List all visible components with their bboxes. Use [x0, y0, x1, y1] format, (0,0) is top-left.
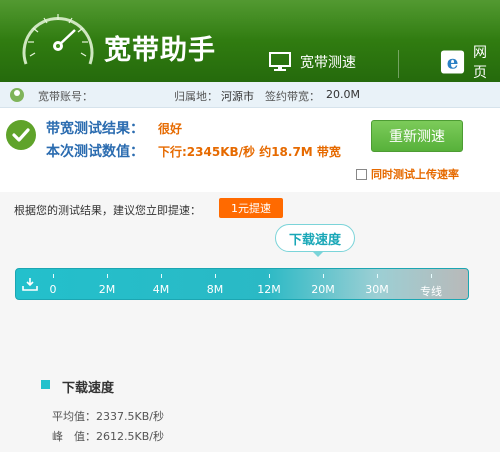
bandwidth-label: 签约带宽：	[265, 90, 320, 103]
monitor-icon	[269, 52, 291, 71]
meter-tick-label: 8M	[206, 283, 224, 296]
meter-tick-mark	[107, 274, 108, 278]
average-speed-label: 平均值：	[52, 410, 96, 423]
meter-tick-mark	[377, 274, 378, 278]
average-speed-value: 2337.5KB/秒	[96, 410, 164, 423]
meter-tick-label: 30M	[365, 283, 389, 296]
tab-speed-label: 宽带测速	[300, 55, 356, 71]
meter-tick-label: 2M	[98, 283, 116, 296]
nav-divider	[398, 50, 399, 78]
bubble-pointer	[312, 251, 324, 257]
current-value: 下行:2345KB/秒 约18.7M 带宽	[158, 145, 341, 159]
svg-text:e: e	[447, 53, 459, 74]
speedometer-icon	[22, 14, 94, 65]
meter-tick-mark	[323, 274, 324, 278]
retest-button[interactable]: 重新测速	[371, 120, 463, 152]
meter-tick-label: 20M	[311, 283, 335, 296]
meter-tick-label: 0	[49, 283, 57, 296]
meter-tick-mark	[53, 274, 54, 278]
tab-broadband-speed-test[interactable]: 宽带测速	[268, 44, 356, 80]
check-icon	[6, 120, 36, 150]
meter-tick-mark	[215, 274, 216, 278]
meter-tick-label: 12M	[257, 283, 281, 296]
region-value: 河源市	[221, 90, 254, 103]
account-label: 宽带账号：	[38, 90, 93, 103]
meter-tick-mark	[269, 274, 270, 278]
average-speed: 平均值：2337.5KB/秒	[52, 408, 164, 424]
result-value: 很好	[158, 122, 183, 136]
meter-tick-mark	[431, 274, 432, 278]
meter-tick-label: 专线	[420, 285, 442, 298]
account-bar: 宽带账号： 归属地： 河源市 签约带宽： 20.0M	[0, 82, 500, 108]
region-label: 归属地：	[174, 90, 218, 103]
speed-meter-track: 0 2M 4M 8M 12M 20M 30M 专线	[15, 268, 469, 300]
suggestion-text: 根据您的测试结果，建议您立即提速：	[14, 204, 201, 217]
app-title: 宽带助手	[104, 35, 216, 66]
speed-test-area: 根据您的测试结果，建议您立即提速： 1元提速 下载速度 0 2M 4M 8M 12M 20…	[0, 192, 500, 452]
peak-speed-value: 2612.5KB/秒	[96, 430, 164, 443]
result-panel: 带宽测试结果： 很好 本次测试数值： 下行:2345KB/秒 约18.7M 带宽…	[0, 108, 500, 192]
bandwidth-value: 20.0M	[326, 88, 360, 101]
peak-speed: 峰 值：2612.5KB/秒	[52, 428, 164, 444]
ie-browser-icon: e	[440, 50, 465, 74]
speed-up-promo-button[interactable]: 1元提速	[219, 198, 283, 218]
meter-tick-mark	[161, 274, 162, 278]
tab-web-label: 网页	[473, 45, 488, 81]
user-icon	[10, 88, 24, 102]
peak-speed-label: 峰 值：	[52, 430, 96, 443]
download-legend-swatch	[41, 380, 50, 389]
download-stats-title: 下载速度	[62, 381, 115, 396]
upload-test-option[interactable]: 同时测试上传速率	[356, 166, 459, 182]
current-value-label: 本次测试数值：	[46, 144, 144, 160]
app-header: 宽带助手 宽带测速 e 网页	[0, 0, 500, 82]
result-label: 带宽测试结果：	[46, 121, 144, 137]
download-icon	[22, 278, 38, 291]
tab-web[interactable]: e 网页	[440, 44, 500, 81]
download-speed-bubble: 下载速度	[275, 224, 355, 252]
upload-test-checkbox[interactable]	[356, 168, 367, 180]
meter-tick-label: 4M	[152, 283, 170, 296]
upload-test-label: 同时测试上传速率	[371, 168, 459, 181]
